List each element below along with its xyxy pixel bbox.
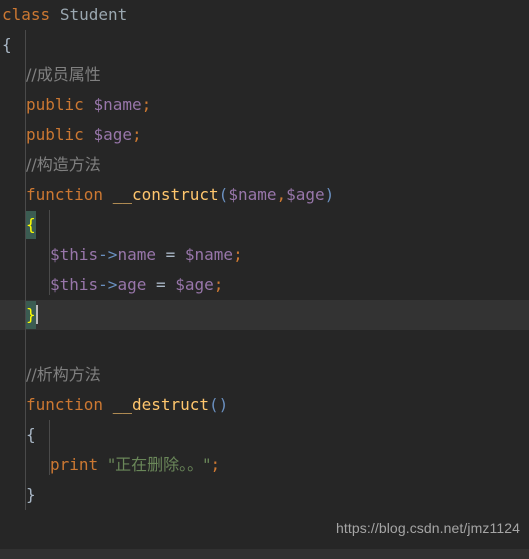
code-line[interactable] xyxy=(0,330,529,360)
code-line-text: print "正在删除。。"; xyxy=(2,455,220,474)
code-line-text: public $age; xyxy=(2,125,142,144)
code-token: -> xyxy=(98,245,118,264)
code-token: ( xyxy=(209,395,219,414)
code-line-text: { xyxy=(2,211,36,239)
code-line-text: function __construct($name,$age) xyxy=(2,185,334,204)
code-token: { xyxy=(26,211,36,239)
code-line-text: { xyxy=(2,425,36,444)
code-token: ; xyxy=(131,125,142,144)
code-token: { xyxy=(2,35,12,54)
code-line[interactable]: //成员属性 xyxy=(0,60,529,90)
text-caret xyxy=(35,305,38,324)
code-token: __construct xyxy=(112,185,219,204)
code-token: ; xyxy=(141,95,152,114)
code-token: $name xyxy=(93,95,142,114)
code-line-text: { xyxy=(2,35,12,54)
watermark-url: https://blog.csdn.net/jmz1124 xyxy=(336,520,520,536)
code-line[interactable]: } xyxy=(0,480,529,510)
code-line-text: $this->name = $name; xyxy=(2,245,243,264)
code-line-text: function __destruct() xyxy=(2,395,228,414)
code-token: age xyxy=(117,275,147,294)
code-line[interactable]: public $age; xyxy=(0,120,529,150)
code-token: ; xyxy=(210,455,221,474)
code-token: ; xyxy=(213,275,224,294)
code-token: $this xyxy=(50,275,99,294)
code-token: $age xyxy=(175,275,214,294)
code-token: } xyxy=(26,301,36,329)
code-token: function xyxy=(26,185,104,204)
code-token: $age xyxy=(93,125,132,144)
code-line-text: public $name; xyxy=(2,95,151,114)
code-token: "正在删除。。" xyxy=(107,455,211,474)
code-token: $name xyxy=(184,245,234,264)
code-token: Student xyxy=(59,5,128,24)
code-line-text: //构造方法 xyxy=(2,155,101,174)
code-token: -> xyxy=(98,275,118,294)
code-token: function xyxy=(26,395,104,414)
code-line[interactable]: $this->age = $age; xyxy=(0,270,529,300)
code-token: ; xyxy=(233,245,243,264)
code-token: public xyxy=(26,95,84,114)
code-token: class xyxy=(2,5,51,24)
code-line[interactable]: //析构方法 xyxy=(0,360,529,390)
code-token: //成员属性 xyxy=(26,65,101,84)
code-token: ) xyxy=(324,185,335,204)
code-token: __destruct xyxy=(112,395,210,414)
code-line[interactable]: class Student xyxy=(0,0,529,30)
code-editor-text-area[interactable]: class Student{//成员属性 public $name; public … xyxy=(0,0,529,540)
code-line[interactable]: function __destruct() xyxy=(0,390,529,420)
code-token: name xyxy=(117,245,156,264)
code-line[interactable]: { xyxy=(0,30,529,60)
code-token: //析构方法 xyxy=(26,365,101,384)
code-line[interactable]: public $name; xyxy=(0,90,529,120)
code-line-text: //成员属性 xyxy=(2,65,101,84)
code-line[interactable]: print "正在删除。。"; xyxy=(0,450,529,480)
code-token: , xyxy=(276,185,287,204)
code-token: { xyxy=(26,425,36,444)
code-line-text: class Student xyxy=(2,5,127,24)
code-token: //构造方法 xyxy=(26,155,101,174)
code-line-current[interactable]: } xyxy=(0,300,529,330)
code-token: print xyxy=(50,455,99,474)
code-line[interactable]: //构造方法 xyxy=(0,150,529,180)
code-token: = xyxy=(155,275,166,294)
code-token: $name xyxy=(228,185,277,204)
editor-bottom-bar xyxy=(0,549,529,559)
code-token: public xyxy=(26,125,84,144)
code-line[interactable]: { xyxy=(0,210,529,240)
code-token: $age xyxy=(286,185,325,204)
code-line-text: } xyxy=(2,485,36,504)
code-line-text: $this->age = $age; xyxy=(2,275,223,294)
code-token: ( xyxy=(218,185,229,204)
code-token: = xyxy=(165,245,176,264)
code-line[interactable]: function __construct($name,$age) xyxy=(0,180,529,210)
code-editor-window[interactable]: class Student{//成员属性 public $name; public … xyxy=(0,0,529,559)
code-token: ) xyxy=(218,395,229,414)
code-line[interactable]: { xyxy=(0,420,529,450)
code-token: } xyxy=(26,485,36,504)
code-line-text: } xyxy=(2,301,38,329)
code-token: $this xyxy=(50,245,99,264)
code-line[interactable]: $this->name = $name; xyxy=(0,240,529,270)
code-line-text: //析构方法 xyxy=(2,365,101,384)
